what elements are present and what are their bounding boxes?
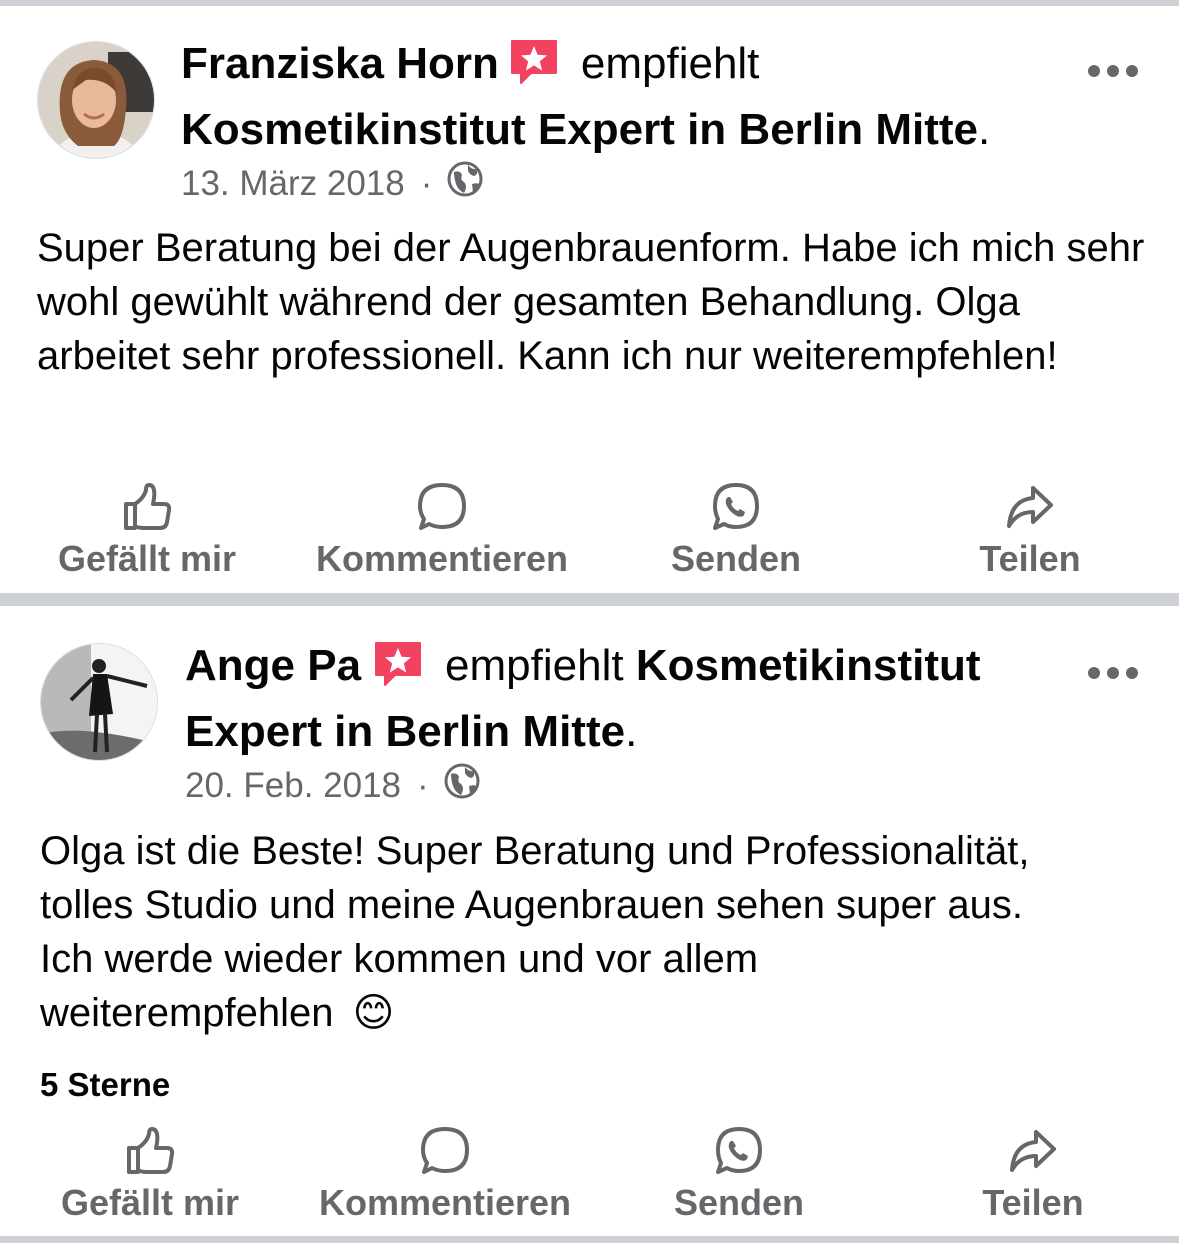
comment-bubble-icon (292, 482, 592, 532)
bottom-divider (0, 1236, 1179, 1243)
globe-icon (443, 762, 481, 809)
author-name[interactable]: Franziska Horn (181, 39, 499, 88)
like-label: Gefällt mir (60, 1182, 240, 1223)
send-label: Senden (670, 538, 802, 579)
share-label: Teilen (979, 538, 1081, 579)
whatsapp-icon (589, 1126, 889, 1176)
recommend-badge-icon (373, 640, 423, 702)
like-button[interactable]: Gefällt mir (0, 482, 297, 580)
period: . (977, 105, 991, 154)
recommend-badge-icon (509, 38, 559, 100)
comment-button[interactable]: Kommentieren (295, 1126, 595, 1224)
post-meta: 20. Feb. 2018 · (185, 762, 481, 809)
page-name[interactable]: Kosmetikinstitut Expert in Berlin Mitte (181, 105, 978, 154)
author-name[interactable]: Ange Pa (185, 641, 361, 690)
share-button[interactable]: Teilen (883, 1126, 1179, 1224)
globe-icon (446, 160, 484, 207)
post-text: Super Beratung bei der Augenbrauenform. … (37, 226, 1145, 378)
post-text-content: Olga ist die Beste! Super Beratung und P… (40, 829, 1030, 1035)
meta-dot: · (420, 163, 433, 203)
more-options-icon[interactable] (1087, 64, 1139, 78)
recommend-verb: empfiehlt (580, 39, 760, 88)
whatsapp-icon (586, 482, 886, 532)
post-date[interactable]: 20. Feb. 2018 (185, 766, 401, 806)
like-label: Gefällt mir (57, 538, 237, 579)
share-arrow-icon (880, 482, 1179, 532)
comment-label: Kommentieren (318, 1182, 572, 1223)
comment-button[interactable]: Kommentieren (292, 482, 592, 580)
more-options-icon[interactable] (1087, 666, 1139, 680)
avatar[interactable] (37, 41, 155, 159)
post-date[interactable]: 13. März 2018 (181, 164, 405, 204)
meta-dot: · (417, 765, 429, 805)
post-header: Franziska Horn empfiehlt Kosmetikinstitut … (181, 34, 1041, 160)
thumbs-up-icon (0, 1126, 300, 1176)
comment-bubble-icon (295, 1126, 595, 1176)
period: . (625, 707, 638, 756)
top-divider (0, 0, 1179, 6)
share-arrow-icon (883, 1126, 1179, 1176)
rating-label: 5 Sterne (40, 1066, 171, 1103)
action-bar: Gefällt mir Kommentieren Senden Teilen (0, 1126, 1179, 1236)
action-bar: Gefällt mir Kommentieren Senden Teilen (0, 482, 1179, 592)
recommend-verb: empfiehlt (445, 641, 624, 690)
post-meta: 13. März 2018 · (181, 160, 484, 207)
share-button[interactable]: Teilen (880, 482, 1179, 580)
avatar[interactable] (40, 643, 158, 761)
send-label: Senden (673, 1182, 805, 1223)
post-divider (0, 593, 1179, 606)
send-button[interactable]: Senden (589, 1126, 889, 1224)
thumbs-up-icon (0, 482, 297, 532)
smiling-face-emoji: 😊 (352, 991, 395, 1035)
send-button[interactable]: Senden (586, 482, 886, 580)
post-header: Ange Pa empfiehlt Kosmetikinstitut Expert… (185, 636, 1045, 762)
post-text: Olga ist die Beste! Super Beratung und P… (40, 824, 1050, 1040)
share-label: Teilen (982, 1182, 1084, 1223)
like-button[interactable]: Gefällt mir (0, 1126, 300, 1224)
comment-label: Kommentieren (315, 538, 569, 579)
